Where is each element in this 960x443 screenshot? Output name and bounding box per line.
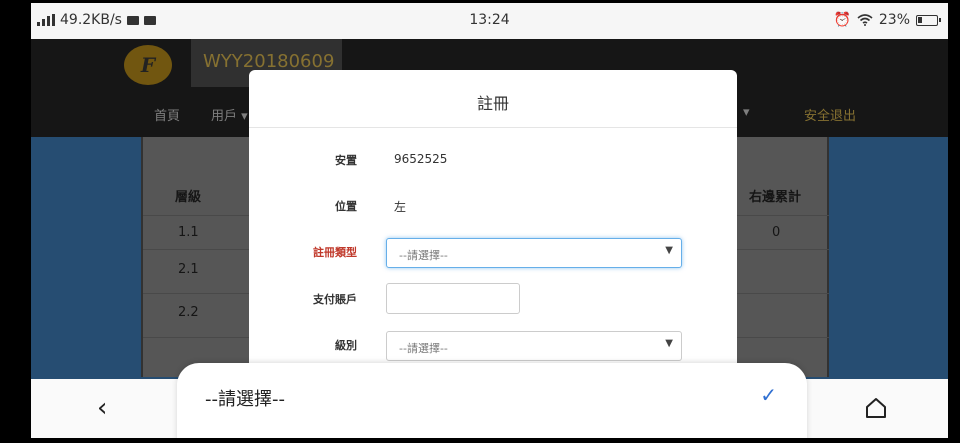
level-select[interactable]: --請選擇-- ▼ <box>386 331 682 361</box>
status-bar: 49.2KB/s 13:24 ⏰ 23% <box>31 3 948 39</box>
payment-account-input[interactable] <box>386 283 520 314</box>
alarm-icon: ⏰ <box>833 12 851 28</box>
picker-selected-option[interactable]: --請選擇-- <box>205 385 285 411</box>
placement-label: 安置 <box>335 154 357 167</box>
register-modal: 註冊 安置 9652525 位置 左 註冊類型 --請選擇-- ▼ 支付賬戶 級… <box>249 70 737 380</box>
status-time: 13:24 <box>469 12 510 28</box>
select-picker-sheet: --請選擇-- ✓ <box>177 363 807 438</box>
register-type-value: --請選擇-- <box>399 249 448 262</box>
register-type-label: 註冊類型 <box>313 246 357 259</box>
wifi-icon <box>857 14 873 26</box>
position-label: 位置 <box>335 200 357 213</box>
check-icon[interactable]: ✓ <box>760 383 777 407</box>
chevron-down-icon: ▼ <box>665 338 673 349</box>
position-value: 左 <box>394 200 407 214</box>
back-icon[interactable]: ‹ <box>97 393 107 423</box>
register-type-select[interactable]: --請選擇-- ▼ <box>386 238 682 268</box>
phone-screen: 49.2KB/s 13:24 ⏰ 23% F WYY20180609 首頁 用戶… <box>31 3 948 438</box>
payment-account-label: 支付賬戶 <box>313 293 357 306</box>
chevron-down-icon: ▼ <box>665 245 673 256</box>
battery-percent: 23% <box>878 12 910 28</box>
home-icon[interactable] <box>864 396 888 420</box>
placement-value: 9652525 <box>394 152 448 166</box>
status-right: ⏰ 23% <box>833 12 941 28</box>
level-label: 級別 <box>335 339 357 352</box>
level-value: --請選擇-- <box>399 342 448 355</box>
screen: 49.2KB/s 13:24 ⏰ 23% F WYY20180609 首頁 用戶… <box>0 0 960 443</box>
modal-title: 註冊 <box>249 70 737 128</box>
battery-icon <box>916 14 941 26</box>
